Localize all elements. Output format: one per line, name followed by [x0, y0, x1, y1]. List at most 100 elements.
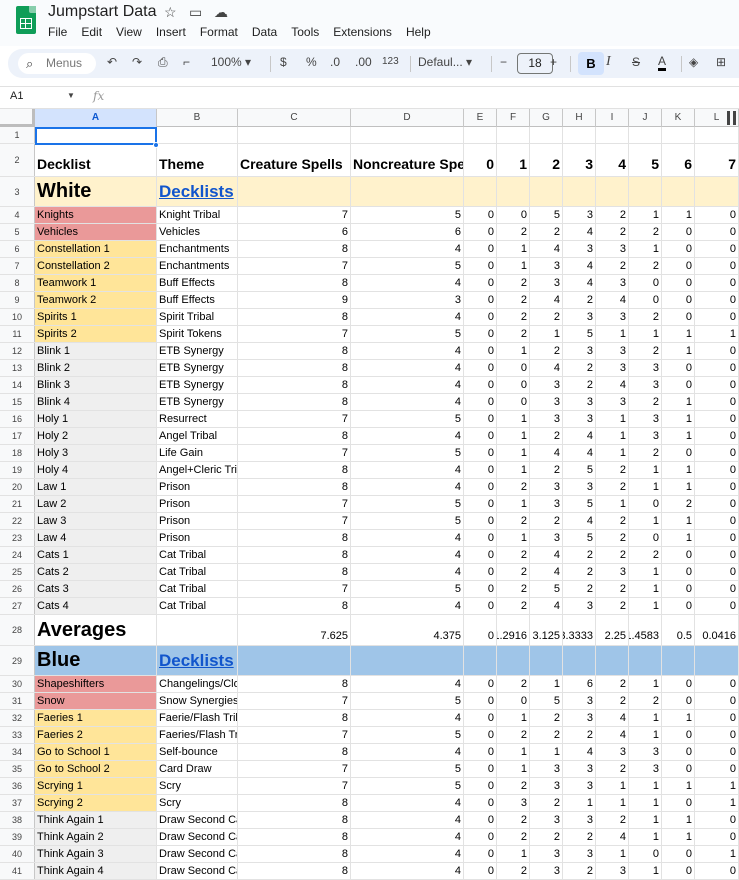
value-cell[interactable]: 2: [596, 676, 629, 692]
value-cell[interactable]: 2: [629, 445, 662, 461]
deck-name-cell[interactable]: Constellation 2: [35, 258, 157, 274]
value-cell[interactable]: 0: [464, 829, 497, 845]
value-cell[interactable]: 4: [351, 275, 464, 291]
theme-cell[interactable]: Angel Tribal: [157, 428, 238, 444]
value-cell[interactable]: 4: [351, 564, 464, 580]
value-cell[interactable]: 3: [563, 812, 596, 828]
value-cell[interactable]: 3: [596, 744, 629, 760]
theme-cell[interactable]: Knight Tribal: [157, 207, 238, 223]
deck-name-cell[interactable]: Faeries 1: [35, 710, 157, 726]
menu-file[interactable]: File: [48, 25, 67, 39]
value-cell[interactable]: 0: [464, 863, 497, 879]
value-cell[interactable]: 0: [695, 309, 739, 325]
theme-cell[interactable]: Prison: [157, 513, 238, 529]
value-cell[interactable]: 3: [563, 693, 596, 709]
value-cell[interactable]: 4: [351, 812, 464, 828]
deck-name-cell[interactable]: Think Again 2: [35, 829, 157, 845]
value-cell[interactable]: 0: [629, 530, 662, 546]
value-cell[interactable]: 0: [695, 598, 739, 614]
value-cell[interactable]: 0: [695, 744, 739, 760]
value-cell[interactable]: 2: [563, 863, 596, 879]
value-cell[interactable]: 1: [563, 795, 596, 811]
value-cell[interactable]: 1: [497, 411, 530, 427]
zoom-select[interactable]: 100% ▾: [211, 55, 251, 69]
search-menus-input[interactable]: ⌕ Menus: [18, 53, 96, 74]
value-cell[interactable]: 0: [464, 812, 497, 828]
value-cell[interactable]: 3: [530, 863, 563, 879]
menu-insert[interactable]: Insert: [156, 25, 186, 39]
value-cell[interactable]: 1: [629, 326, 662, 342]
theme-cell[interactable]: Cat Tribal: [157, 547, 238, 563]
menu-view[interactable]: View: [116, 25, 142, 39]
header-creature-spells[interactable]: Creature Spells: [238, 144, 351, 176]
theme-cell[interactable]: Buff Effects: [157, 292, 238, 308]
value-cell[interactable]: 4: [351, 309, 464, 325]
value-cell[interactable]: 8: [238, 547, 351, 563]
value-cell[interactable]: 0: [662, 258, 695, 274]
cell[interactable]: [629, 646, 662, 675]
deck-name-cell[interactable]: Think Again 4: [35, 863, 157, 879]
value-cell[interactable]: 0: [662, 564, 695, 580]
value-cell[interactable]: 6: [563, 676, 596, 692]
theme-cell[interactable]: Spirit Tokens: [157, 326, 238, 342]
value-cell[interactable]: 8: [238, 462, 351, 478]
increase-decimal-button[interactable]: .00: [355, 55, 372, 69]
value-cell[interactable]: 4: [351, 829, 464, 845]
value-cell[interactable]: 0: [464, 581, 497, 597]
value-cell[interactable]: 5: [530, 207, 563, 223]
value-cell[interactable]: 5: [351, 258, 464, 274]
cell[interactable]: [497, 127, 530, 143]
value-cell[interactable]: 0: [662, 744, 695, 760]
row-header[interactable]: 1: [0, 127, 35, 143]
value-cell[interactable]: 0: [464, 445, 497, 461]
value-cell[interactable]: 2: [596, 581, 629, 597]
value-cell[interactable]: 3: [530, 258, 563, 274]
value-cell[interactable]: 8: [238, 812, 351, 828]
value-cell[interactable]: 2: [629, 258, 662, 274]
value-cell[interactable]: 2: [629, 693, 662, 709]
value-cell[interactable]: 2: [563, 727, 596, 743]
value-cell[interactable]: 4: [530, 292, 563, 308]
deck-name-cell[interactable]: Law 2: [35, 496, 157, 512]
value-cell[interactable]: 0: [497, 207, 530, 223]
header-cmc-6[interactable]: 6: [662, 144, 695, 176]
theme-cell[interactable]: Cat Tribal: [157, 598, 238, 614]
value-cell[interactable]: 4: [351, 394, 464, 410]
decrease-font-size-button[interactable]: −: [500, 55, 507, 69]
number-format-button[interactable]: 123: [382, 56, 399, 67]
deck-name-cell[interactable]: Spirits 1: [35, 309, 157, 325]
theme-cell[interactable]: Scry: [157, 778, 238, 794]
document-title[interactable]: Jumpstart Data: [48, 3, 156, 21]
value-cell[interactable]: 0: [464, 530, 497, 546]
value-cell[interactable]: 1: [629, 598, 662, 614]
move-folder-icon[interactable]: ▭: [189, 4, 202, 21]
value-cell[interactable]: 0: [695, 343, 739, 359]
cell[interactable]: [563, 177, 596, 206]
freeze-handle[interactable]: [733, 111, 736, 125]
theme-cell[interactable]: Resurrect: [157, 411, 238, 427]
currency-format-button[interactable]: $: [280, 55, 287, 69]
value-cell[interactable]: 1: [662, 829, 695, 845]
value-cell[interactable]: 4: [351, 462, 464, 478]
row-header[interactable]: 28: [0, 615, 35, 645]
value-cell[interactable]: 0: [662, 676, 695, 692]
value-cell[interactable]: 0: [695, 394, 739, 410]
value-cell[interactable]: 2: [497, 863, 530, 879]
value-cell[interactable]: 0: [695, 710, 739, 726]
deck-name-cell[interactable]: Blink 2: [35, 360, 157, 376]
value-cell[interactable]: 1: [497, 744, 530, 760]
deck-name-cell[interactable]: Knights: [35, 207, 157, 223]
value-cell[interactable]: 1: [497, 445, 530, 461]
value-cell[interactable]: 0: [662, 693, 695, 709]
value-cell[interactable]: 1: [596, 496, 629, 512]
value-cell[interactable]: 5: [351, 581, 464, 597]
value-cell[interactable]: 2: [596, 598, 629, 614]
value-cell[interactable]: 3: [596, 275, 629, 291]
value-cell[interactable]: 9: [238, 292, 351, 308]
value-cell[interactable]: 3: [563, 479, 596, 495]
average-value[interactable]: 0: [464, 615, 497, 645]
row-header[interactable]: 25: [0, 564, 35, 580]
value-cell[interactable]: 0: [662, 727, 695, 743]
value-cell[interactable]: 7: [238, 778, 351, 794]
value-cell[interactable]: 3: [563, 598, 596, 614]
